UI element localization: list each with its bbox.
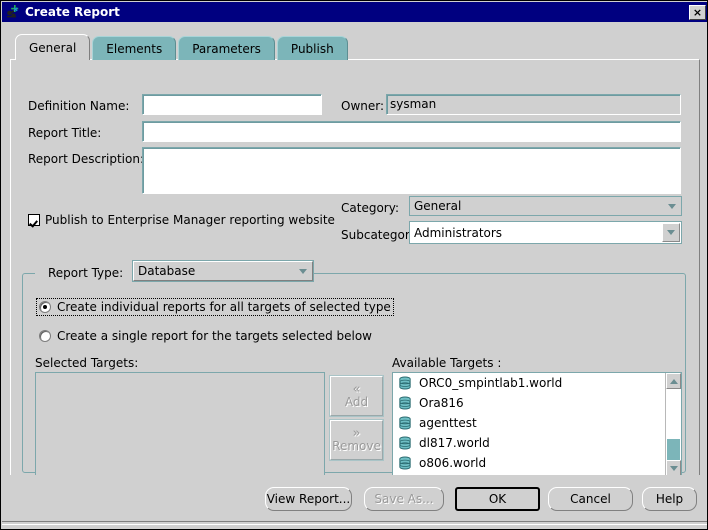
divider <box>2 521 708 525</box>
database-icon <box>398 416 412 430</box>
window-title: Create Report <box>25 5 689 19</box>
help-button[interactable]: Help <box>642 487 697 511</box>
subcategory-select[interactable]: Administrators <box>409 221 682 244</box>
list-item-label: o806.world <box>419 456 486 470</box>
available-targets-label: Available Targets : <box>392 356 501 370</box>
available-targets-list[interactable]: ORC0_smpintlab1.world Ora816 <box>392 372 682 477</box>
category-select[interactable]: General <box>409 196 682 216</box>
scroll-down-button[interactable] <box>666 460 681 476</box>
tab-general[interactable]: General <box>15 34 90 60</box>
tab-general-label: General <box>29 41 76 55</box>
list-item-label: dl817.world <box>419 436 490 450</box>
scrollbar-track[interactable] <box>666 389 681 460</box>
database-icon <box>398 396 412 410</box>
chevron-down-icon[interactable] <box>663 204 681 209</box>
tab-parameters[interactable]: Parameters <box>178 36 275 60</box>
list-item[interactable]: dl817.world <box>393 433 664 453</box>
subcategory-value: Administrators <box>410 226 662 240</box>
radio-individual-reports-label: Create individual reports for all target… <box>57 300 391 314</box>
view-report-button[interactable]: View Report... <box>265 487 352 511</box>
selected-targets-label: Selected Targets: <box>35 356 138 370</box>
database-icon <box>398 376 412 390</box>
radio-individual-reports[interactable]: Create individual reports for all target… <box>37 299 393 315</box>
list-item[interactable]: o806.world <box>393 453 664 473</box>
chevron-down-icon[interactable] <box>662 223 680 242</box>
radio-individual-reports-button[interactable] <box>39 301 51 313</box>
scrollbar-thumb[interactable] <box>667 439 680 461</box>
database-icon <box>398 456 412 470</box>
dialog-button-bar: View Report... Save As... OK Cancel Help <box>2 475 708 530</box>
report-type-value: Database <box>134 264 294 278</box>
radio-single-report-button[interactable] <box>39 330 51 342</box>
publish-checkbox-row[interactable]: Publish to Enterprise Manager reporting … <box>28 213 335 227</box>
chevron-up-icon <box>670 379 678 384</box>
tab-publish[interactable]: Publish <box>277 36 348 60</box>
available-targets-scrollbar[interactable] <box>665 373 681 476</box>
radio-single-report-label: Create a single report for the targets s… <box>57 329 372 343</box>
tab-parameters-label: Parameters <box>192 42 261 56</box>
title-bar[interactable]: Create Report × <box>2 2 708 22</box>
category-value: General <box>410 199 663 213</box>
owner-label: Owner: <box>341 99 384 113</box>
category-label: Category: <box>341 201 399 215</box>
close-icon[interactable]: × <box>689 5 706 20</box>
tab-elements[interactable]: Elements <box>92 36 176 60</box>
definition-name-label: Definition Name: <box>28 99 129 113</box>
definition-name-input[interactable] <box>142 94 322 115</box>
remove-button[interactable]: » Remove <box>330 420 383 460</box>
radio-single-report[interactable]: Create a single report for the targets s… <box>37 328 374 344</box>
selected-targets-list[interactable] <box>35 372 325 477</box>
save-as-button[interactable]: Save As... <box>364 487 444 511</box>
report-title-label: Report Title: <box>28 126 101 140</box>
available-targets-viewport: ORC0_smpintlab1.world Ora816 <box>393 373 664 476</box>
tab-publish-label: Publish <box>291 42 334 56</box>
list-item-label: Ora816 <box>419 396 464 410</box>
general-tab-panel: Definition Name: Owner: sysman Report Ti… <box>10 59 700 489</box>
list-item[interactable]: ORC0_smpintlab1.world <box>393 373 664 393</box>
list-item[interactable]: agenttest <box>393 413 664 433</box>
database-icon <box>398 436 412 450</box>
report-type-label: Report Type: <box>48 266 123 280</box>
publish-checkbox-label: Publish to Enterprise Manager reporting … <box>45 213 335 227</box>
chevron-down-icon[interactable] <box>294 269 312 274</box>
ok-button[interactable]: OK <box>455 487 540 511</box>
add-button-label: Add <box>345 396 368 409</box>
report-type-select[interactable]: Database <box>133 261 313 281</box>
tab-elements-label: Elements <box>106 42 162 56</box>
cancel-button[interactable]: Cancel <box>548 487 633 511</box>
chevron-down-icon <box>670 466 678 471</box>
report-title-input[interactable] <box>142 121 681 142</box>
remove-button-label: Remove <box>332 440 381 453</box>
report-app-icon <box>5 4 21 20</box>
list-item-label: ORC0_smpintlab1.world <box>419 376 562 390</box>
report-description-label: Report Description: <box>28 152 144 166</box>
create-report-dialog: Create Report × General Elements Paramet… <box>0 0 708 530</box>
tab-bar: General Elements Parameters Publish <box>15 35 350 60</box>
report-description-input[interactable] <box>142 147 681 194</box>
list-item-label: agenttest <box>419 416 477 430</box>
add-button[interactable]: « Add <box>330 376 383 416</box>
list-item[interactable]: Ora816 <box>393 393 664 413</box>
owner-value: sysman <box>386 94 681 115</box>
dialog-client-area: General Elements Parameters Publish Defi… <box>2 22 708 529</box>
publish-checkbox[interactable] <box>28 214 40 226</box>
scroll-up-button[interactable] <box>666 373 681 389</box>
